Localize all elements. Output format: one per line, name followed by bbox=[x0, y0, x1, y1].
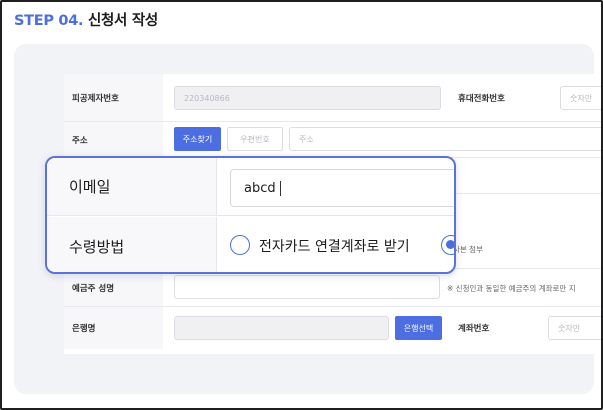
form-row-address: 주소 주소찾기 우편번호 주소 bbox=[64, 122, 603, 158]
postcode-field[interactable]: 우편번호 bbox=[227, 127, 283, 151]
bank-label: 은행명 bbox=[64, 307, 163, 349]
step-number: STEP 04. bbox=[14, 13, 84, 29]
form-row-bank: 은행명 은행선택 계좌번호 숫자만 bbox=[64, 307, 603, 349]
email-row: 이메일 abcd bbox=[47, 158, 454, 216]
address-label: 주소 bbox=[64, 122, 163, 157]
receive-method-label: 수령방법 bbox=[47, 217, 217, 272]
text-cursor bbox=[279, 180, 281, 196]
email-label: 이메일 bbox=[47, 158, 217, 215]
bank-field bbox=[174, 316, 389, 340]
step-header: STEP 04. 신청서 작성 bbox=[14, 9, 158, 31]
insured-number-label: 피공제자번호 bbox=[64, 74, 163, 121]
address-field[interactable]: 주소 bbox=[289, 127, 603, 151]
mobile-field[interactable]: 숫자만 bbox=[560, 86, 603, 110]
radio-other-option[interactable] bbox=[441, 235, 454, 255]
receive-method-row: 수령방법 전자카드 연결계좌로 받기 bbox=[47, 217, 454, 272]
insured-number-field: 220340866 bbox=[174, 86, 441, 110]
email-input[interactable]: abcd bbox=[230, 169, 454, 207]
account-holder-field[interactable] bbox=[174, 275, 440, 299]
attachment-note: 사본 첨부 bbox=[453, 245, 483, 254]
account-number-field[interactable]: 숫자만 bbox=[548, 316, 603, 340]
radio-e-card-account[interactable] bbox=[230, 235, 250, 255]
mobile-label: 휴대전화번호 bbox=[458, 94, 505, 104]
form-row-insured-number: 피공제자번호 220340866 휴대전화번호 숫자만 bbox=[64, 74, 603, 122]
bank-select-button[interactable]: 은행선택 bbox=[395, 316, 442, 340]
email-value: abcd bbox=[244, 180, 276, 196]
zoom-callout: 이메일 abcd 수령방법 전자카드 연결계좌로 받기 bbox=[45, 156, 456, 274]
account-holder-label: 예금주 성명 bbox=[64, 269, 163, 306]
form-row-account-holder: 예금주 성명 ※ 신청인과 동일한 예금주의 계좌로만 지 bbox=[64, 269, 603, 307]
address-search-button[interactable]: 주소찾기 bbox=[174, 127, 221, 151]
page-title: 신청서 작성 bbox=[87, 13, 158, 29]
account-holder-note: ※ 신청인과 동일한 예금주의 계좌로만 지 bbox=[447, 284, 576, 293]
account-number-label: 계좌번호 bbox=[458, 324, 490, 334]
radio-e-card-account-label: 전자카드 연결계좌로 받기 bbox=[259, 239, 410, 255]
